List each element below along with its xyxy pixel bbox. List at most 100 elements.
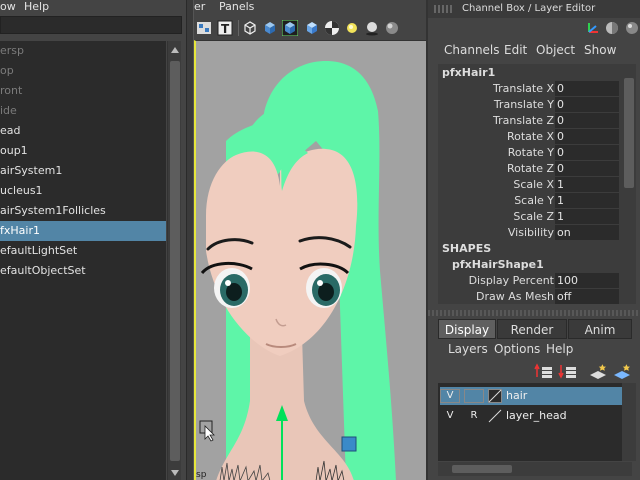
toolbar-separator bbox=[238, 20, 239, 36]
viewport-menu-panels[interactable]: Panels bbox=[219, 0, 254, 13]
move-layer-up-icon[interactable] bbox=[534, 363, 554, 381]
outliner-item-head[interactable]: ead bbox=[0, 121, 166, 141]
scroll-down-arrow-icon[interactable] bbox=[171, 470, 179, 476]
shadows-icon[interactable] bbox=[364, 20, 380, 36]
layer-list-hscrollbar[interactable] bbox=[438, 462, 632, 476]
outliner-item-top[interactable]: op bbox=[0, 61, 166, 81]
attr-value-field[interactable]: 0 bbox=[555, 113, 619, 128]
attr-label[interactable]: Rotate Z bbox=[507, 162, 554, 175]
outliner-item-group1[interactable]: oup1 bbox=[0, 141, 166, 161]
outliner-scroll-thumb[interactable] bbox=[170, 61, 180, 461]
texture-icon[interactable] bbox=[196, 20, 212, 36]
menu-edit[interactable]: Edit bbox=[504, 43, 527, 57]
tab-anim[interactable]: Anim bbox=[568, 319, 632, 339]
layer-color-swatch-icon[interactable] bbox=[488, 389, 502, 403]
new-layer-selected-icon[interactable] bbox=[612, 363, 632, 381]
outliner-item-side[interactable]: ide bbox=[0, 101, 166, 121]
outliner-item-pfxhair1[interactable]: fxHair1 bbox=[0, 221, 166, 241]
layer-list-vscrollbar[interactable] bbox=[622, 383, 636, 461]
outliner-item-defaultobjectset[interactable]: efaultObjectSet bbox=[0, 261, 166, 281]
attr-value-field[interactable]: on bbox=[555, 225, 619, 240]
outliner-search-field[interactable] bbox=[0, 16, 182, 34]
attr-value-field[interactable]: off bbox=[555, 289, 619, 304]
attr-label[interactable]: Rotate Y bbox=[508, 146, 554, 159]
move-manip-plane-handle[interactable] bbox=[341, 436, 357, 452]
outliner-item-front[interactable]: ront bbox=[0, 81, 166, 101]
attr-label[interactable]: Translate Z bbox=[493, 114, 554, 127]
layer-editor-splitter[interactable] bbox=[428, 310, 640, 316]
attr-scale-y: Scale Y 1 bbox=[438, 193, 622, 209]
ambient-occlusion-icon[interactable] bbox=[384, 20, 400, 36]
wireframe-cube-icon[interactable] bbox=[242, 20, 258, 36]
attr-label[interactable]: Display Percent bbox=[469, 274, 554, 287]
attr-label[interactable]: Visibility bbox=[508, 226, 554, 239]
layer-editor-toggle-icon[interactable] bbox=[624, 20, 640, 36]
layer-color-swatch-icon[interactable] bbox=[488, 409, 502, 423]
move-layer-down-icon[interactable] bbox=[558, 363, 578, 381]
text-icon[interactable]: T bbox=[217, 20, 233, 36]
perspective-viewport[interactable]: sp bbox=[194, 40, 426, 480]
layer-name[interactable]: layer_head bbox=[506, 409, 567, 422]
outliner-scrollbar[interactable] bbox=[167, 41, 181, 480]
outliner-menu-help[interactable]: Help bbox=[24, 0, 49, 13]
lighting-icon[interactable] bbox=[344, 20, 360, 36]
layer-editor-icon-bar bbox=[438, 361, 640, 383]
menu-object[interactable]: Object bbox=[536, 43, 575, 57]
attr-value-field[interactable]: 0 bbox=[555, 161, 619, 176]
menu-show[interactable]: Show bbox=[584, 43, 616, 57]
layer-display-type-toggle[interactable] bbox=[464, 389, 484, 403]
attr-rotate-z: Rotate Z 0 bbox=[438, 161, 622, 177]
layer-list: V hair V R layer_head bbox=[438, 383, 632, 461]
attr-value-field[interactable]: 0 bbox=[555, 97, 619, 112]
layer-editor-tabs: Display Render Anim bbox=[438, 319, 640, 339]
attr-value-field[interactable]: 0 bbox=[555, 81, 619, 96]
menu-help[interactable]: Help bbox=[546, 342, 573, 356]
attr-value-field[interactable]: 100 bbox=[555, 273, 619, 288]
attr-label[interactable]: Rotate X bbox=[507, 130, 554, 143]
panel-grip-icon[interactable] bbox=[434, 5, 454, 13]
shaded-cube-icon[interactable] bbox=[262, 20, 278, 36]
attr-label[interactable]: Draw As Mesh bbox=[476, 290, 554, 303]
layer-visibility-toggle[interactable]: V bbox=[440, 389, 460, 403]
svg-text:T: T bbox=[221, 22, 230, 36]
menu-layers[interactable]: Layers bbox=[448, 342, 488, 356]
tab-display[interactable]: Display bbox=[438, 319, 496, 339]
checker-texture-icon[interactable] bbox=[324, 20, 340, 36]
outliner-menu-show[interactable]: ow bbox=[0, 0, 16, 13]
panel-splitter[interactable] bbox=[186, 0, 194, 480]
new-layer-icon[interactable] bbox=[588, 363, 608, 381]
attr-value-field[interactable]: 1 bbox=[555, 209, 619, 224]
channel-box-toggle-icon[interactable] bbox=[604, 20, 620, 36]
layer-row-hair[interactable]: V hair bbox=[440, 387, 628, 405]
attr-label[interactable]: Translate X bbox=[493, 82, 554, 95]
outliner-item-persp[interactable]: ersp bbox=[0, 41, 166, 61]
attr-value-field[interactable]: 0 bbox=[555, 129, 619, 144]
layer-name[interactable]: hair bbox=[506, 389, 527, 402]
channel-box-title-bar: Channel Box / Layer Editor bbox=[428, 0, 640, 18]
attr-value-field[interactable]: 1 bbox=[555, 193, 619, 208]
wireframe-on-shaded-icon[interactable] bbox=[282, 20, 298, 36]
attr-value-field[interactable]: 0 bbox=[555, 145, 619, 160]
attr-label[interactable]: Scale X bbox=[513, 178, 554, 191]
scroll-up-arrow-icon[interactable] bbox=[171, 47, 179, 53]
channel-box-scroll-thumb[interactable] bbox=[624, 78, 634, 188]
layer-list-hscroll-thumb[interactable] bbox=[452, 465, 512, 473]
tab-render[interactable]: Render bbox=[497, 319, 567, 339]
menu-channels[interactable]: Channels bbox=[444, 43, 500, 57]
outliner-item-defaultlightset[interactable]: efaultLightSet bbox=[0, 241, 166, 261]
layer-row-layer-head[interactable]: V R layer_head bbox=[440, 407, 628, 425]
layer-display-type-toggle[interactable]: R bbox=[464, 409, 484, 423]
axis-icon[interactable] bbox=[586, 21, 600, 35]
channel-box-scrollbar[interactable] bbox=[622, 64, 636, 304]
layer-visibility-toggle[interactable]: V bbox=[440, 409, 460, 423]
viewport-menu-renderer[interactable]: er bbox=[194, 0, 205, 13]
outliner-item-nucleus1[interactable]: ucleus1 bbox=[0, 181, 166, 201]
outliner-item-hairsystem1[interactable]: airSystem1 bbox=[0, 161, 166, 181]
menu-options[interactable]: Options bbox=[494, 342, 540, 356]
attr-label[interactable]: Scale Z bbox=[513, 210, 554, 223]
attr-value-field[interactable]: 1 bbox=[555, 177, 619, 192]
attr-label[interactable]: Translate Y bbox=[494, 98, 554, 111]
smooth-shade-icon[interactable] bbox=[304, 20, 320, 36]
attr-label[interactable]: Scale Y bbox=[514, 194, 554, 207]
outliner-item-hairsystem1follicles[interactable]: airSystem1Follicles bbox=[0, 201, 166, 221]
